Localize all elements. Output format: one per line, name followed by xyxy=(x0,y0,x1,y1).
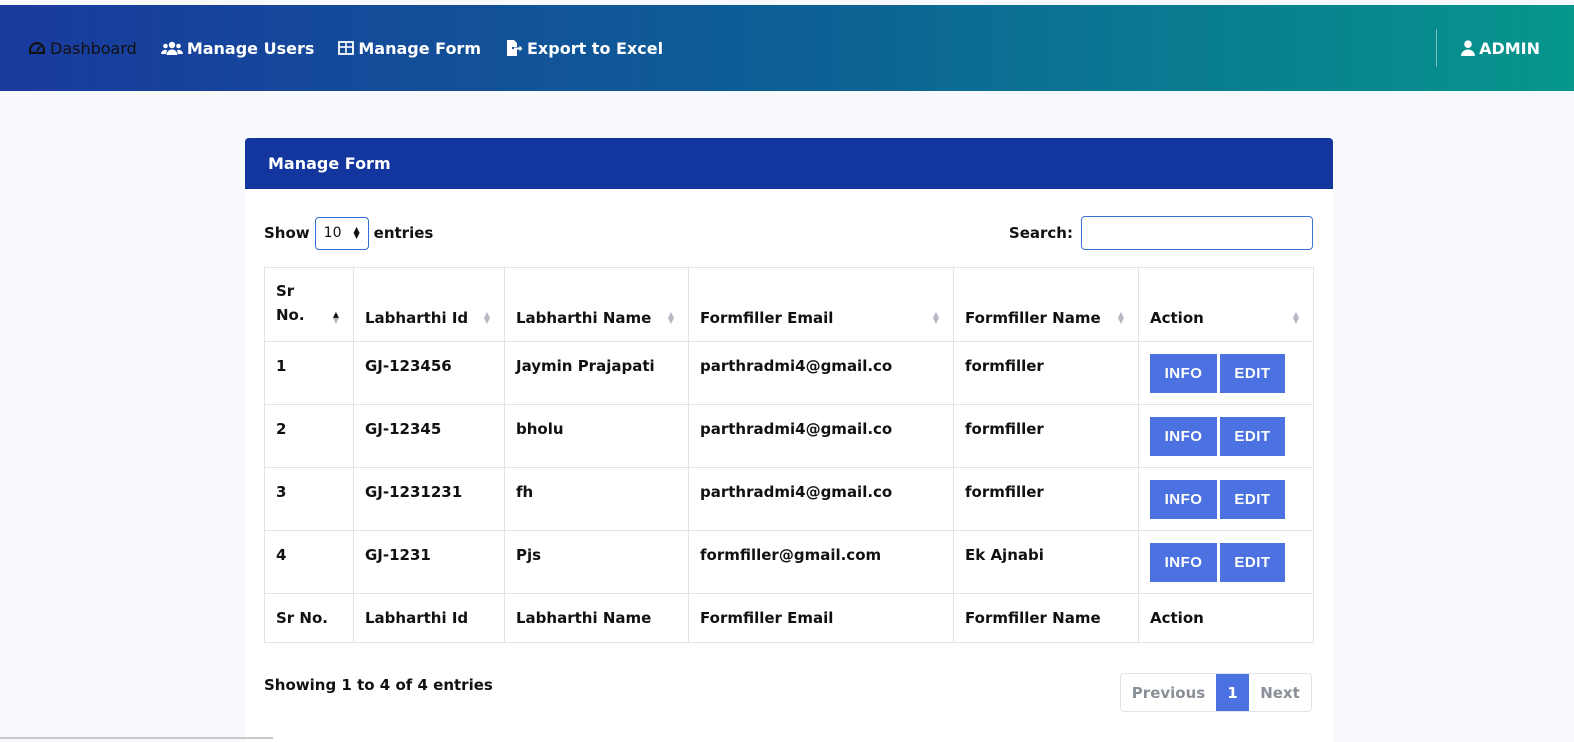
user-menu-label: ADMIN xyxy=(1479,38,1540,58)
sort-icon: ▲ ▼ xyxy=(483,310,490,325)
sort-asc-icon: ▲ ▼ xyxy=(332,310,339,325)
length-control: Show 10 ▲ ▼ entries xyxy=(264,216,433,250)
edit-button[interactable]: EDIT xyxy=(1220,480,1285,519)
sort-icon: ▲ ▼ xyxy=(667,310,674,325)
table-controls: Show 10 ▲ ▼ entries Search: xyxy=(264,216,1313,250)
cell-labharthi-name: fh xyxy=(504,467,689,531)
header-formfiller-name[interactable]: Formfiller Name ▲ ▼ xyxy=(953,267,1139,342)
horizontal-scrollbar[interactable] xyxy=(0,737,273,739)
file-export-icon xyxy=(505,39,523,57)
footer-formfiller-name: Formfiller Name xyxy=(953,593,1139,643)
table-footer-row: Sr No. Labharthi Id Labharthi Name Formf… xyxy=(264,593,1314,643)
show-label: Show xyxy=(264,224,310,242)
edit-button[interactable]: EDIT xyxy=(1220,354,1285,393)
cell-labharthi-id: GJ-123456 xyxy=(353,341,505,405)
footer-labharthi-name: Labharthi Name xyxy=(504,593,689,643)
entries-select[interactable]: 10 ▲ ▼ xyxy=(314,216,369,250)
header-formfiller-name-label: Formfiller Name xyxy=(965,309,1101,327)
edit-button[interactable]: EDIT xyxy=(1220,543,1285,582)
cell-action: INFO EDIT xyxy=(1138,341,1314,405)
user-menu[interactable]: ADMIN xyxy=(1461,5,1540,91)
cell-formfiller-email: formfiller@gmail.com xyxy=(688,530,954,594)
nav-manage-form-label: Manage Form xyxy=(358,38,481,58)
user-icon xyxy=(1461,40,1476,56)
next-button[interactable]: Next xyxy=(1249,674,1311,711)
search-label: Search: xyxy=(1008,224,1073,242)
cell-formfiller-email: parthradmi4@gmail.co xyxy=(688,404,954,468)
cell-sr-no: 3 xyxy=(264,467,354,531)
cell-labharthi-name: bholu xyxy=(504,404,689,468)
header-labharthi-name-label: Labharthi Name xyxy=(516,309,652,327)
cell-sr-no: 2 xyxy=(264,404,354,468)
nav-dashboard[interactable]: Dashboard xyxy=(28,39,137,58)
nav-manage-users-label: Manage Users xyxy=(186,38,315,58)
footer-formfiller-email: Formfiller Email xyxy=(688,593,954,643)
form-table: Sr No. ▲ ▼ Labharthi Id ▲ ▼ Labharthi Name… xyxy=(264,267,1314,643)
header-action-label: Action xyxy=(1150,309,1204,327)
table-row: 1 GJ-123456 Jaymin Prajapati parthradmi4… xyxy=(264,341,1314,405)
page-1-button[interactable]: 1 xyxy=(1216,674,1249,711)
nav-manage-users[interactable]: Manage Users xyxy=(160,38,315,58)
entries-label: entries xyxy=(373,224,434,242)
pagination: Previous 1 Next xyxy=(1120,673,1312,712)
cell-labharthi-name: Jaymin Prajapati xyxy=(504,341,689,405)
footer-action: Action xyxy=(1138,593,1314,643)
info-button[interactable]: INFO xyxy=(1150,543,1217,582)
gauge-icon xyxy=(28,40,46,56)
table-header-row: Sr No. ▲ ▼ Labharthi Id ▲ ▼ Labharthi Name… xyxy=(264,267,1314,342)
cell-action: INFO EDIT xyxy=(1138,530,1314,594)
nav-dashboard-label: Dashboard xyxy=(50,38,137,58)
cell-labharthi-id: GJ-1231 xyxy=(353,530,505,594)
header-action[interactable]: Action ▲ ▼ xyxy=(1138,267,1314,342)
cell-formfiller-name: formfiller xyxy=(953,341,1139,405)
header-labharthi-id[interactable]: Labharthi Id ▲ ▼ xyxy=(353,267,505,342)
cell-labharthi-name: Pjs xyxy=(504,530,689,594)
header-sr-no-label: Sr No. xyxy=(276,282,305,324)
sort-icon: ▲ ▼ xyxy=(1117,310,1124,325)
info-button[interactable]: INFO xyxy=(1150,480,1217,519)
manage-form-card: Manage Form Show 10 ▲ ▼ entries Search: S… xyxy=(245,138,1333,742)
cell-sr-no: 1 xyxy=(264,341,354,405)
cell-formfiller-email: parthradmi4@gmail.co xyxy=(688,341,954,405)
nav-export-excel[interactable]: Export to Excel xyxy=(505,39,663,58)
previous-button[interactable]: Previous xyxy=(1121,674,1216,711)
sort-icon: ▲ ▼ xyxy=(932,310,939,325)
nav-export-excel-label: Export to Excel xyxy=(527,38,664,58)
cell-labharthi-id: GJ-12345 xyxy=(353,404,505,468)
search-input[interactable] xyxy=(1081,216,1313,250)
top-navbar: Dashboard Manage Users Manage Form Expor… xyxy=(0,5,1574,91)
entries-select-value: 10 xyxy=(323,225,342,241)
header-sr-no[interactable]: Sr No. ▲ ▼ xyxy=(264,267,354,342)
cell-formfiller-name: Ek Ajnabi xyxy=(953,530,1139,594)
table-info: Showing 1 to 4 of 4 entries xyxy=(264,676,493,694)
nav-divider xyxy=(1436,29,1437,67)
select-arrows-icon: ▲ ▼ xyxy=(353,225,360,240)
header-formfiller-email-label: Formfiller Email xyxy=(700,309,834,327)
footer-labharthi-id: Labharthi Id xyxy=(353,593,505,643)
info-button[interactable]: INFO xyxy=(1150,417,1217,456)
cell-action: INFO EDIT xyxy=(1138,404,1314,468)
cell-formfiller-email: parthradmi4@gmail.co xyxy=(688,467,954,531)
users-icon xyxy=(160,40,183,56)
sort-icon: ▲ ▼ xyxy=(1292,310,1299,325)
table-row: 3 GJ-1231231 fh parthradmi4@gmail.co for… xyxy=(264,467,1314,531)
cell-labharthi-id: GJ-1231231 xyxy=(353,467,505,531)
nav-manage-form[interactable]: Manage Form xyxy=(338,39,481,58)
header-formfiller-email[interactable]: Formfiller Email ▲ ▼ xyxy=(688,267,954,342)
header-labharthi-name[interactable]: Labharthi Name ▲ ▼ xyxy=(504,267,689,342)
card-title: Manage Form xyxy=(245,138,1333,189)
cell-formfiller-name: formfiller xyxy=(953,467,1139,531)
table-icon xyxy=(338,40,355,56)
table-row: 2 GJ-12345 bholu parthradmi4@gmail.co fo… xyxy=(264,404,1314,468)
search-control: Search: xyxy=(1009,216,1313,250)
edit-button[interactable]: EDIT xyxy=(1220,417,1285,456)
table-row: 4 GJ-1231 Pjs formfiller@gmail.com Ek Aj… xyxy=(264,530,1314,594)
cell-sr-no: 4 xyxy=(264,530,354,594)
info-button[interactable]: INFO xyxy=(1150,354,1217,393)
header-labharthi-id-label: Labharthi Id xyxy=(365,309,469,327)
cell-formfiller-name: formfiller xyxy=(953,404,1139,468)
cell-action: INFO EDIT xyxy=(1138,467,1314,531)
footer-sr-no: Sr No. xyxy=(264,593,354,643)
